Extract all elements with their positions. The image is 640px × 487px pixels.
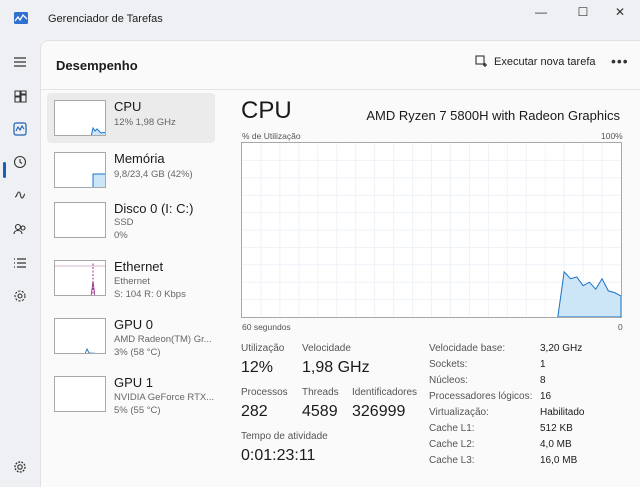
utilization-label: Utilização	[241, 343, 285, 354]
header-divider	[41, 89, 640, 90]
perf-item-name: Memória	[114, 151, 165, 166]
graph-y-max: 100%	[601, 131, 623, 141]
processes-icon	[13, 89, 27, 103]
window-title: Gerenciador de Tarefas	[48, 13, 163, 25]
nav-processes[interactable]	[8, 84, 32, 108]
perf-item-detail: SSD	[114, 217, 134, 228]
nav-active-indicator	[3, 162, 6, 178]
memory-thumbnail	[54, 152, 106, 188]
spec-key: Processadores lógicos:	[429, 391, 533, 402]
graph-x-label: 60 segundos	[242, 322, 291, 332]
spec-value: 8	[540, 375, 546, 386]
processes-label: Processos	[241, 387, 288, 398]
hamburger-icon	[14, 57, 26, 67]
close-button[interactable]: ✕	[600, 0, 640, 24]
spec-key: Virtualização:	[429, 407, 489, 418]
cpu-utilization-graph	[241, 142, 622, 318]
perf-item-detail-2: 3% (58 °C)	[114, 347, 161, 358]
spec-key: Núcleos:	[429, 375, 468, 386]
graph-y-label: % de Utilização	[242, 131, 301, 141]
spec-key: Velocidade base:	[429, 343, 506, 354]
nav-performance[interactable]	[8, 117, 32, 141]
nav-app-history[interactable]	[8, 150, 32, 174]
ethernet-thumbnail	[54, 260, 106, 296]
perf-item-detail: AMD Radeon(TM) Gr...	[114, 334, 212, 345]
nav-users[interactable]	[8, 217, 32, 241]
performance-page: Desempenho Executar nova tarefa ••• CPU …	[40, 40, 640, 487]
cpu-usage-series	[557, 270, 622, 318]
disk-thumbnail	[54, 202, 106, 238]
perf-item-name: GPU 0	[114, 317, 154, 332]
more-options-button[interactable]: •••	[611, 53, 629, 69]
perf-item-memory[interactable]: Memória 9,8/23,4 GB (42%)	[47, 145, 215, 195]
uptime-label: Tempo de atividade	[241, 431, 328, 442]
details-list-icon	[14, 258, 26, 268]
graph-x-end: 0	[618, 322, 623, 332]
history-icon	[13, 155, 27, 169]
uptime-value: 0:01:23:11	[241, 447, 316, 464]
run-task-icon	[475, 55, 487, 67]
perf-item-detail: NVIDIA GeForce RTX...	[114, 392, 214, 403]
performance-icon	[13, 122, 27, 136]
speed-label: Velocidade	[302, 343, 351, 354]
spec-value: Habilitado	[540, 407, 585, 418]
perf-item-disk[interactable]: Disco 0 (I: C:) SSD 0%	[47, 195, 215, 245]
handles-value: 326999	[352, 403, 406, 420]
spec-key: Cache L1:	[429, 423, 475, 434]
threads-value: 4589	[302, 403, 338, 420]
perf-item-detail-2: S: 104 R: 0 Kbps	[114, 289, 186, 300]
perf-item-detail: 9,8/23,4 GB (42%)	[114, 169, 193, 180]
perf-item-gpu0[interactable]: GPU 0 AMD Radeon(TM) Gr... 3% (58 °C)	[47, 311, 215, 361]
threads-label: Threads	[302, 387, 339, 398]
perf-item-name: CPU	[114, 99, 142, 114]
cpu-model-name: AMD Ryzen 7 5800H with Radeon Graphics	[366, 108, 620, 123]
nav-services[interactable]	[8, 284, 32, 308]
perf-item-cpu[interactable]: CPU 12% 1,98 GHz	[47, 93, 215, 143]
perf-item-ethernet[interactable]: Ethernet Ethernet S: 104 R: 0 Kbps	[47, 253, 215, 303]
page-title: Desempenho	[56, 58, 138, 73]
handles-label: Identificadores	[352, 387, 418, 398]
run-new-task-button[interactable]: Executar nova tarefa	[475, 55, 596, 68]
gear-icon	[14, 461, 26, 473]
spec-value: 1	[540, 359, 546, 370]
task-manager-icon	[14, 12, 28, 24]
spec-key: Sockets:	[429, 359, 468, 370]
perf-item-gpu1[interactable]: GPU 1 NVIDIA GeForce RTX... 5% (55 °C)	[47, 369, 215, 419]
spec-key: Cache L2:	[429, 439, 475, 450]
run-task-label: Executar nova tarefa	[494, 55, 596, 68]
navigation-rail	[0, 40, 40, 487]
perf-item-detail-2: 5% (55 °C)	[114, 405, 161, 416]
detail-title: CPU	[241, 97, 292, 124]
minimize-button[interactable]: —	[518, 0, 564, 24]
hamburger-menu-button[interactable]	[8, 50, 32, 74]
processes-value: 282	[241, 403, 268, 420]
nav-settings[interactable]	[8, 455, 32, 479]
users-icon	[13, 223, 26, 235]
utilization-value: 12%	[241, 359, 274, 376]
spec-value: 512 KB	[540, 423, 573, 434]
perf-item-name: Disco 0 (I: C:)	[114, 201, 194, 216]
spec-value: 4,0 MB	[540, 439, 572, 450]
spec-value: 3,20 GHz	[540, 343, 583, 354]
cpu-thumbnail	[54, 100, 106, 136]
gpu1-thumbnail	[54, 376, 106, 412]
perf-item-name: GPU 1	[114, 375, 154, 390]
cpu-graph-svg	[242, 143, 622, 318]
speed-value: 1,98 GHz	[302, 359, 370, 376]
spec-value: 16	[540, 391, 552, 402]
perf-item-detail: 12% 1,98 GHz	[114, 117, 176, 128]
spec-value: 16,0 MB	[540, 455, 578, 466]
perf-item-detail: Ethernet	[114, 276, 150, 287]
gpu0-thumbnail	[54, 318, 106, 354]
spec-key: Cache L3:	[429, 455, 475, 466]
nav-details[interactable]	[8, 251, 32, 275]
perf-item-name: Ethernet	[114, 259, 164, 274]
nav-startup-apps[interactable]	[8, 183, 32, 207]
perf-item-detail-2: 0%	[114, 230, 128, 241]
title-bar: Gerenciador de Tarefas — ☐ ✕	[0, 0, 640, 40]
startup-icon	[14, 191, 26, 199]
services-icon	[14, 290, 26, 302]
